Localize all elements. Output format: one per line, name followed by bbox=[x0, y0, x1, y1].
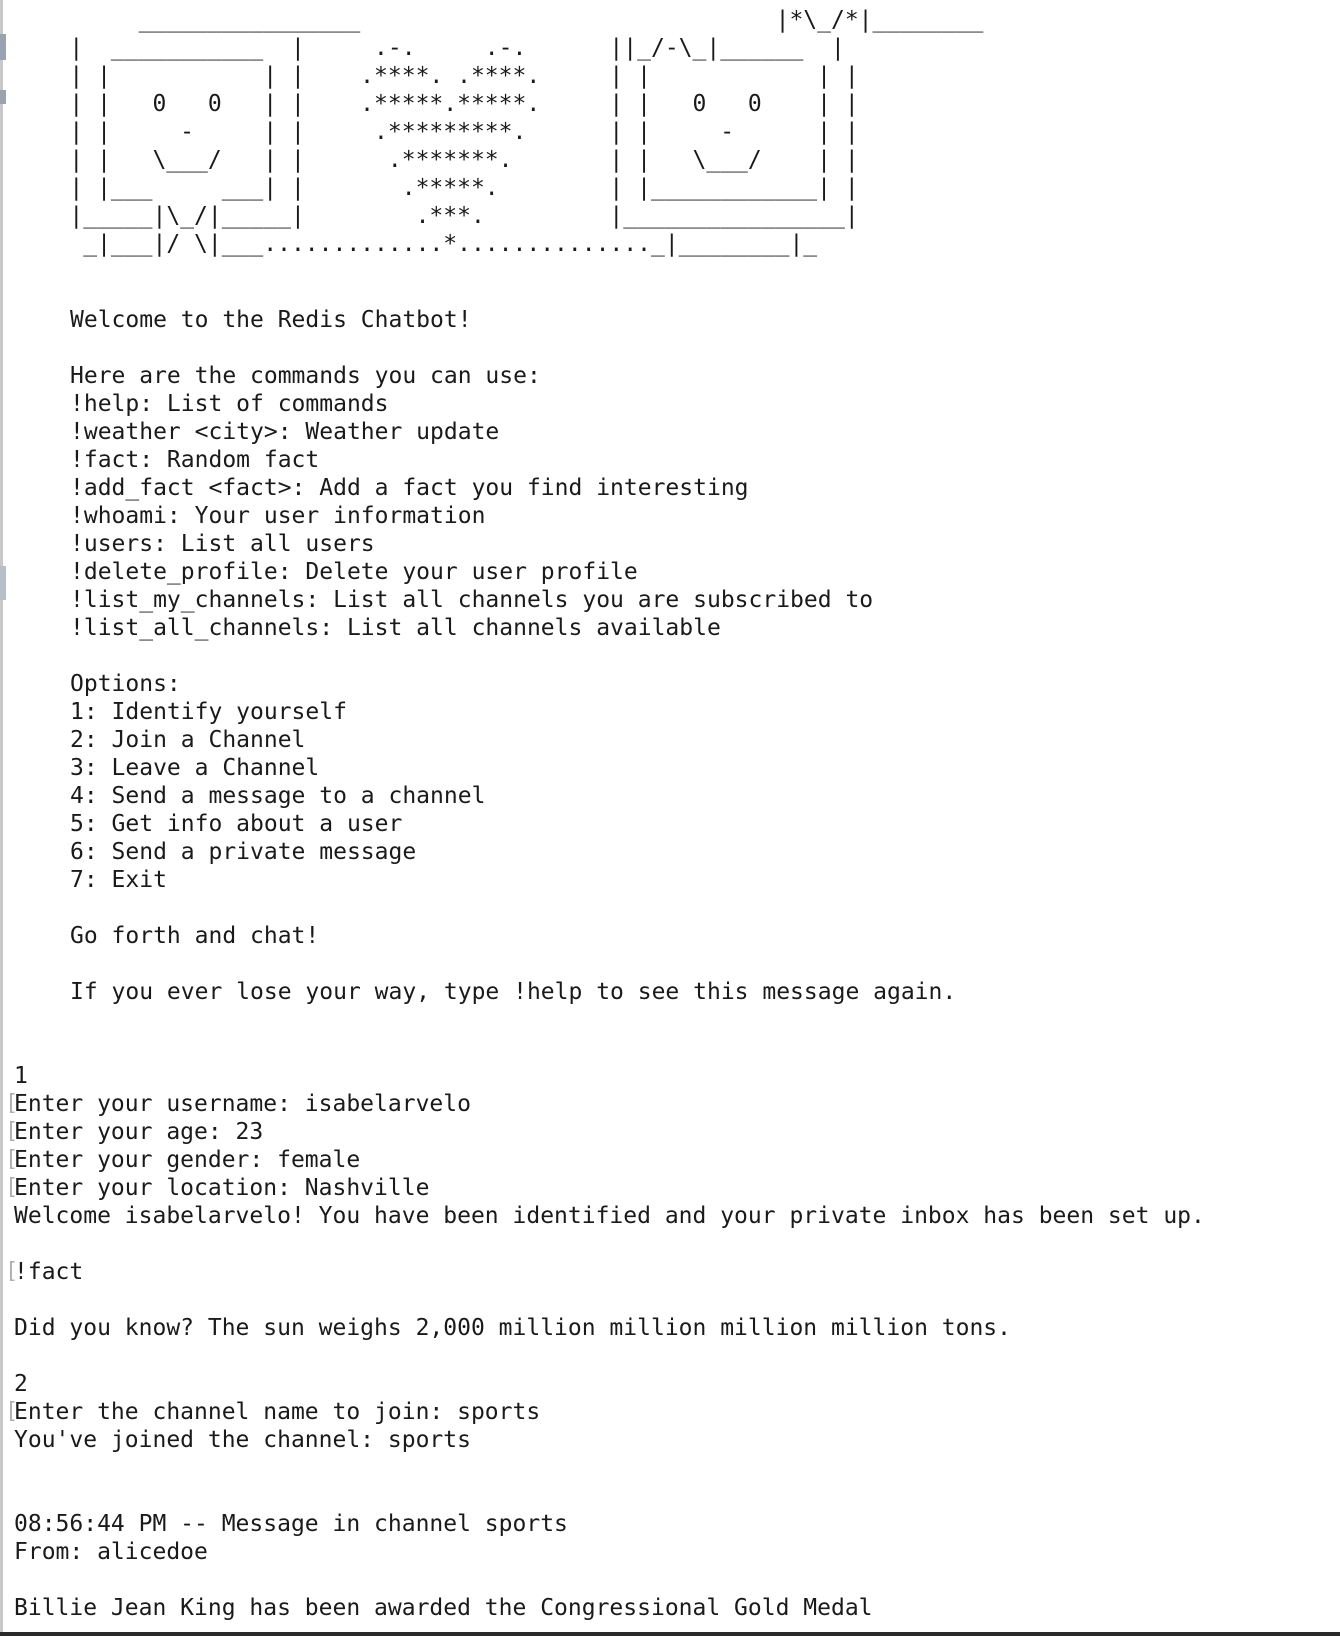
command-item: !help: List of commands bbox=[70, 391, 389, 417]
ascii-art-line: ________________ |*\_/*|________ bbox=[14, 7, 984, 33]
window-edge-mark bbox=[0, 34, 6, 60]
option-item: 4: Send a message to a channel bbox=[70, 783, 486, 809]
session-log: 1 Enter your username: isabelarvelo Ente… bbox=[5, 1062, 1334, 1622]
option-item: 6: Send a private message bbox=[70, 839, 417, 865]
ascii-art-line: | | \___/ | | .*******. | | \___/ | | bbox=[14, 147, 859, 173]
user-input-choice: 1 bbox=[14, 1063, 28, 1089]
help-hint-text: If you ever lose your way, type !help to… bbox=[70, 979, 957, 1005]
channel-message-from: From: alicedoe bbox=[14, 1539, 208, 1565]
ascii-art-line: | | - | | .*********. | | - | | bbox=[14, 119, 859, 145]
welcome-message: Welcome to the Redis Chatbot! Here are t… bbox=[14, 306, 1334, 1006]
username-prompt: Enter your username: isabelarvelo bbox=[5, 1090, 1334, 1118]
fact-command: !fact bbox=[5, 1258, 1334, 1286]
options-header: Options: bbox=[70, 671, 181, 697]
window-bottom-edge bbox=[0, 1632, 1340, 1636]
option-item: 7: Exit bbox=[70, 867, 167, 893]
gender-prompt: Enter your gender: female bbox=[5, 1146, 1334, 1174]
option-item: 5: Get info about a user bbox=[70, 811, 403, 837]
command-item: !list_all_channels: List all channels av… bbox=[70, 615, 721, 641]
commands-header: Here are the commands you can use: bbox=[70, 363, 541, 389]
identified-message: Welcome isabelarvelo! You have been iden… bbox=[14, 1203, 1205, 1229]
ascii-art-line: | |___ ___| | .*****. | |____________| | bbox=[14, 175, 859, 201]
go-forth-text: Go forth and chat! bbox=[70, 923, 320, 949]
ascii-art-line: | ___________ | .-. .-. ||_/-\_|______ | bbox=[14, 35, 845, 61]
join-channel-prompt: Enter the channel name to join: sports bbox=[5, 1398, 1334, 1426]
age-prompt: Enter your age: 23 bbox=[5, 1118, 1334, 1146]
window-left-edge bbox=[0, 0, 3, 1636]
window-edge-mark bbox=[0, 566, 6, 600]
fact-result: Did you know? The sun weighs 2,000 milli… bbox=[14, 1315, 1011, 1341]
option-item: 2: Join a Channel bbox=[70, 727, 306, 753]
command-item: !whoami: Your user information bbox=[70, 503, 486, 529]
user-input-choice: 2 bbox=[14, 1371, 28, 1397]
ascii-art-banner: ________________ |*\_/*|________ | _____… bbox=[14, 6, 1334, 258]
command-item: !weather <city>: Weather update bbox=[70, 419, 500, 445]
channel-message-header: 08:56:44 PM -- Message in channel sports bbox=[14, 1511, 568, 1537]
command-item: !fact: Random fact bbox=[70, 447, 320, 473]
ascii-art-line: | | 0 0 | | .*****.*****. | | 0 0 | | bbox=[14, 91, 859, 117]
option-item: 1: Identify yourself bbox=[70, 699, 347, 725]
location-prompt: Enter your location: Nashville bbox=[5, 1174, 1334, 1202]
ascii-art-line: | | | | .****. .****. | | | | bbox=[14, 63, 859, 89]
channel-message-body: Billie Jean King has been awarded the Co… bbox=[14, 1595, 873, 1621]
window-edge-mark bbox=[0, 90, 6, 104]
command-item: !delete_profile: Delete your user profil… bbox=[70, 559, 638, 585]
ascii-art-line: _|___|/ \|___.............*.............… bbox=[14, 231, 818, 257]
ascii-art-line: |_____|\_/|_____| .***. |_______________… bbox=[14, 203, 859, 229]
command-item: !add_fact <fact>: Add a fact you find in… bbox=[70, 475, 749, 501]
command-item: !list_my_channels: List all channels you… bbox=[70, 587, 874, 613]
option-item: 3: Leave a Channel bbox=[70, 755, 320, 781]
terminal-output[interactable]: ________________ |*\_/*|________ | _____… bbox=[5, 0, 1334, 1622]
welcome-title: Welcome to the Redis Chatbot! bbox=[70, 307, 472, 333]
command-item: !users: List all users bbox=[70, 531, 375, 557]
joined-channel-message: You've joined the channel: sports bbox=[14, 1427, 471, 1453]
